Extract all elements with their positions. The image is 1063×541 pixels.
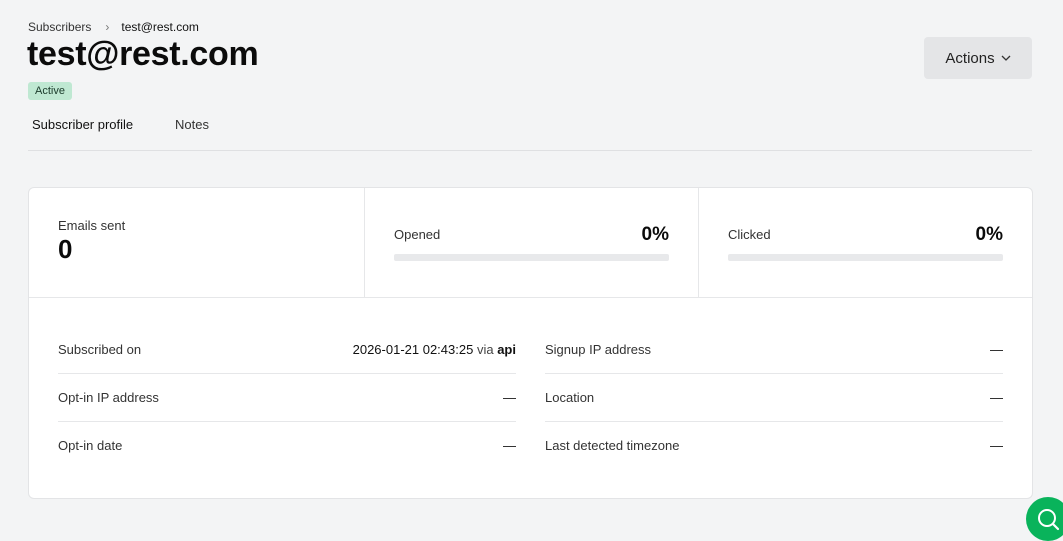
detail-label: Last detected timezone xyxy=(545,438,680,453)
detail-label: Signup IP address xyxy=(545,342,651,357)
details-right-column: Signup IP address — Location — Last dete… xyxy=(545,326,1003,469)
detail-label: Opt-in date xyxy=(58,438,123,453)
stat-emails-sent: Emails sent 0 xyxy=(29,188,365,297)
detail-value: — xyxy=(990,390,1003,405)
detail-label: Subscribed on xyxy=(58,342,142,357)
breadcrumb-subscribers-link[interactable]: Subscribers xyxy=(28,20,91,34)
breadcrumb-current: test@rest.com xyxy=(121,20,199,34)
stat-emails-sent-label: Emails sent xyxy=(58,218,126,233)
detail-row-location: Location — xyxy=(545,374,1003,422)
tab-subscriber-profile[interactable]: Subscriber profile xyxy=(32,117,133,132)
detail-value: — xyxy=(990,438,1003,453)
subscribed-date: 2026-01-21 02:43:25 xyxy=(352,342,474,357)
stat-clicked: Clicked 0% xyxy=(699,188,1032,297)
actions-label: Actions xyxy=(945,49,995,67)
detail-value: — xyxy=(503,390,516,405)
actions-button[interactable]: Actions xyxy=(924,37,1032,79)
stat-clicked-label: Clicked xyxy=(728,227,771,242)
subscribed-via: via xyxy=(476,342,494,357)
detail-row-optin-date: Opt-in date — xyxy=(58,422,516,469)
stat-clicked-value: 0% xyxy=(975,224,1003,245)
detail-row-signup-ip: Signup IP address — xyxy=(545,326,1003,374)
status-badge: Active xyxy=(28,82,72,100)
stats-row: Emails sent 0 Opened 0% Clicked 0% xyxy=(29,188,1032,298)
detail-label: Location xyxy=(545,390,595,405)
detail-label: Opt-in IP address xyxy=(58,390,159,405)
detail-row-optin-ip: Opt-in IP address — xyxy=(58,374,516,422)
detail-value: — xyxy=(503,438,516,453)
detail-row-timezone: Last detected timezone — xyxy=(545,422,1003,469)
chat-search-icon xyxy=(1038,509,1060,531)
tab-notes[interactable]: Notes xyxy=(175,117,209,132)
chevron-down-icon xyxy=(1001,55,1011,61)
stat-opened-value: 0% xyxy=(641,224,669,245)
subscriber-card: Emails sent 0 Opened 0% Clicked 0% Subsc… xyxy=(28,187,1033,499)
clicked-progress-bar xyxy=(728,254,1003,261)
stat-emails-sent-value: 0 xyxy=(58,234,73,264)
opened-progress-bar xyxy=(394,254,669,261)
breadcrumb-separator-icon: › xyxy=(105,20,110,34)
detail-row-subscribed-on: Subscribed on 2026-01-21 02:43:25 via ap… xyxy=(58,326,516,374)
stat-opened: Opened 0% xyxy=(365,188,699,297)
help-chat-button[interactable] xyxy=(1026,497,1063,541)
detail-value: — xyxy=(990,342,1003,357)
detail-value: 2026-01-21 02:43:25 via api xyxy=(353,342,516,357)
breadcrumb: Subscribers › test@rest.com xyxy=(28,20,199,34)
subscribed-source: api xyxy=(497,342,516,357)
stat-opened-label: Opened xyxy=(394,227,441,242)
page-title: test@rest.com xyxy=(27,35,259,73)
details-left-column: Subscribed on 2026-01-21 02:43:25 via ap… xyxy=(58,326,516,469)
tab-bar: Subscriber profile Notes xyxy=(28,117,1032,151)
